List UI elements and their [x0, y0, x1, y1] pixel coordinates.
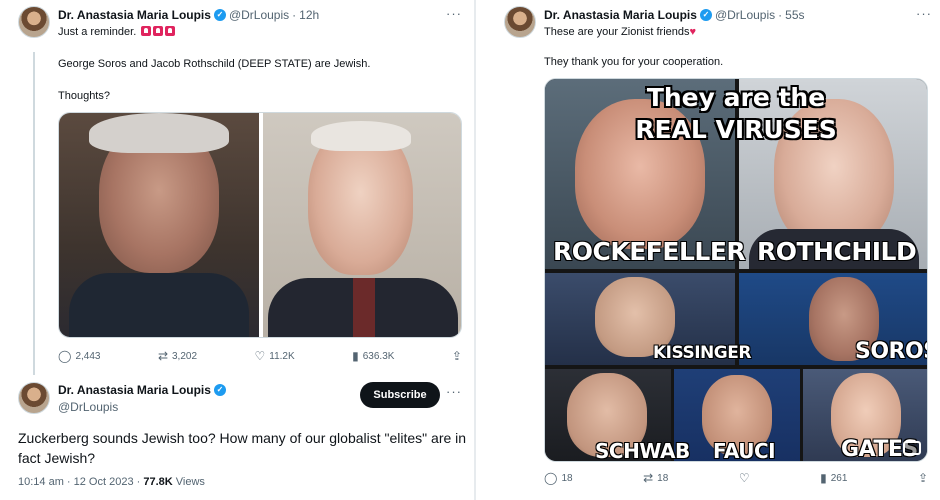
like-count: 11.2K [269, 350, 295, 362]
meme-headline-1: They are the [646, 83, 826, 112]
tweet-header: Dr. Anastasia Maria Loupis ✓ @DrLoupis ·… [544, 8, 805, 22]
separator-dot: · [778, 8, 783, 22]
views-count: 636.3K [362, 350, 395, 362]
heart-emoji-icon: ♥ [689, 26, 697, 38]
more-options-icon[interactable]: ··· [446, 6, 462, 21]
subscribe-button[interactable]: Subscribe [360, 382, 440, 408]
reply-timestamp[interactable]: 10:14 am · 12 Oct 2023 · [18, 476, 143, 488]
avatar[interactable] [18, 6, 50, 38]
reply-count: 18 [561, 472, 573, 484]
author-handle[interactable]: @DrLoupis [229, 8, 289, 22]
reply-count: 2,443 [75, 350, 101, 362]
photo-left[interactable] [59, 113, 259, 337]
tweet-text-line1: These are your Zionist friends♥ [544, 26, 696, 38]
reply-button[interactable]: ◯ 2,443 [58, 350, 100, 362]
reply-text: Zuckerberg sounds Jewish too? How many o… [18, 430, 467, 466]
reply-button[interactable]: ◯ 18 [544, 472, 573, 484]
caption-kissinger: KISSINGER [653, 343, 751, 363]
meme-headline-2: REAL VIRUSES [635, 115, 837, 144]
caption-soros: SOROS [855, 339, 927, 364]
author-name[interactable]: Dr. Anastasia Maria Loupis [58, 383, 211, 397]
panel-divider [474, 0, 476, 500]
tweet-header: Dr. Anastasia Maria Loupis ✓ @DrLoupis ·… [58, 8, 319, 22]
reply-icon: ◯ [544, 471, 558, 485]
repost-icon: ⇄ [157, 349, 168, 363]
more-options-icon[interactable]: ··· [916, 6, 932, 21]
avatar[interactable] [504, 6, 536, 38]
tweet-actions: ◯ 2,443 ⇄ 3,202 ♡ 11.2K ▮ 636.3K ⇪ [58, 350, 462, 362]
tweet-text: These are your Zionist friends [544, 26, 690, 38]
author-name[interactable]: Dr. Anastasia Maria Loupis [58, 8, 211, 22]
reply-meta: 10:14 am · 12 Oct 2023 · 77.8K Views [18, 476, 205, 488]
verified-badge-icon: ✓ [213, 9, 226, 21]
separator-dot: · [292, 8, 297, 22]
verified-badge-icon: ✓ [699, 9, 712, 21]
verified-badge-icon: ✓ [213, 384, 226, 396]
meme-image[interactable]: They are the REAL VIRUSES ROCKEFELLER RO… [544, 78, 928, 462]
author-name[interactable]: Dr. Anastasia Maria Loupis [544, 8, 697, 22]
views-button[interactable]: ▮ 261 [820, 472, 847, 484]
photo-clothing [69, 273, 249, 337]
siren-emoji-icon [141, 26, 152, 36]
repost-button[interactable]: ⇄ 3,202 [158, 350, 197, 362]
tweet-text: Just a reminder. [58, 26, 137, 38]
heart-icon: ♡ [254, 349, 266, 363]
repost-count: 3,202 [172, 350, 198, 362]
heart-icon: ♡ [738, 471, 750, 485]
left-tweet-panel: Dr. Anastasia Maria Loupis ✓ @DrLoupis ·… [0, 0, 470, 500]
photo-hair [89, 113, 229, 153]
right-tweet-panel: Dr. Anastasia Maria Loupis ✓ @DrLoupis ·… [480, 0, 940, 500]
share-button[interactable]: ⇪ [918, 472, 928, 484]
photo-hair [311, 121, 411, 151]
views-bar-icon: ▮ [820, 471, 827, 485]
tweet-text-line2: George Soros and Jacob Rothschild (DEEP … [58, 58, 371, 70]
caption-rockefeller: ROCKEFELLER [553, 237, 746, 266]
caption-schwab: SCHWAB [595, 439, 690, 462]
caption-rothchild: ROTHCHILD [757, 237, 917, 266]
photo-tie [353, 278, 375, 337]
author-handle[interactable]: @DrLoupis [715, 8, 775, 22]
thread-connector-line [33, 52, 35, 375]
expand-media-icon[interactable] [903, 441, 921, 455]
photo-right[interactable] [263, 113, 461, 337]
tweet-text-line1: Just a reminder. [58, 26, 176, 38]
tweet-text-line3: Thoughts? [58, 90, 110, 102]
reply-views-count: 77.8K [143, 476, 173, 488]
reply-icon: ◯ [58, 349, 72, 363]
tweet-text-line2: They thank you for your cooperation. [544, 56, 724, 68]
caption-fauci: FAUCI [713, 439, 776, 462]
avatar[interactable] [18, 382, 50, 414]
tweet-time[interactable]: 55s [785, 8, 804, 22]
tweet-media[interactable] [58, 112, 462, 338]
more-options-icon[interactable]: ··· [446, 384, 462, 399]
repost-button[interactable]: ⇄ 18 [643, 472, 668, 484]
views-button[interactable]: ▮ 636.3K [352, 350, 394, 362]
share-button[interactable]: ⇪ [452, 350, 462, 362]
share-icon: ⇪ [451, 349, 462, 363]
share-icon: ⇪ [917, 471, 928, 485]
repost-count: 18 [657, 472, 669, 484]
like-button[interactable]: ♡ 11.2K [255, 350, 295, 362]
siren-emoji-icon [153, 26, 164, 36]
reply-author-row: Dr. Anastasia Maria Loupis ✓ [58, 383, 229, 397]
tweet-time[interactable]: 12h [299, 8, 319, 22]
views-bar-icon: ▮ [352, 349, 359, 363]
tweet-actions: ◯ 18 ⇄ 18 ♡ ▮ 261 ⇪ [544, 472, 928, 484]
repost-icon: ⇄ [643, 471, 654, 485]
views-count: 261 [830, 472, 848, 484]
like-button[interactable]: ♡ [739, 472, 750, 484]
author-handle[interactable]: @DrLoupis [58, 400, 118, 414]
siren-emoji-icon [165, 26, 176, 36]
reply-views-label: Views [172, 476, 205, 488]
